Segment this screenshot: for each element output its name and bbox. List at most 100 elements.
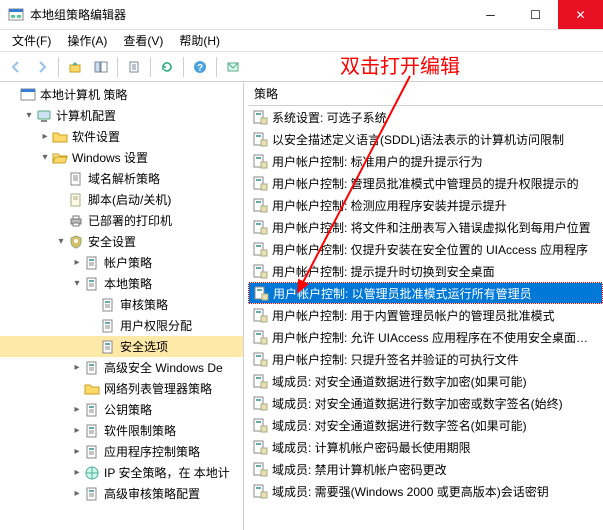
- filter-button[interactable]: [221, 55, 245, 79]
- tree-toggle-icon[interactable]: ▸: [70, 425, 84, 436]
- tree-item-label: Windows 设置: [72, 149, 148, 166]
- page-icon: [68, 171, 84, 187]
- tree-item[interactable]: ▸软件限制策略: [0, 420, 243, 441]
- list-row[interactable]: 域成员: 计算机帐户密码最长使用期限: [248, 436, 603, 458]
- list-row-label: 用户帐户控制: 允许 UIAccess 应用程序在不使用安全桌面…: [272, 329, 588, 346]
- tree-item[interactable]: ▸ 帐户策略: [0, 252, 243, 273]
- tree-toggle-icon[interactable]: ▾: [38, 152, 52, 163]
- tree-item-label: 高级安全 Windows De: [104, 359, 223, 376]
- setting-icon: [252, 131, 268, 147]
- list-row-label: 用户帐户控制: 将文件和注册表写入错误虚拟化到每用户位置: [272, 219, 591, 236]
- policy-icon: [84, 444, 100, 460]
- list-row[interactable]: 用户帐户控制: 只提升签名并验证的可执行文件: [248, 348, 603, 370]
- list-row[interactable]: 域成员: 禁用计算机帐户密码更改: [248, 458, 603, 480]
- tree-toggle-icon[interactable]: ▸: [38, 131, 52, 142]
- list-row[interactable]: 用户帐户控制: 提示提升时切换到安全桌面: [248, 260, 603, 282]
- list-row[interactable]: 用户帐户控制: 用于内置管理员帐户的管理员批准模式: [248, 304, 603, 326]
- tree-toggle-icon[interactable]: ▾: [54, 236, 68, 247]
- setting-icon: [253, 285, 269, 301]
- minimize-button[interactable]: ─: [468, 0, 513, 29]
- tree-item[interactable]: 已部署的打印机: [0, 210, 243, 231]
- tree-item[interactable]: ▾ Windows 设置: [0, 147, 243, 168]
- tree-item[interactable]: 用户权限分配: [0, 315, 243, 336]
- tree-item[interactable]: ▸ 公钥策略: [0, 399, 243, 420]
- tree-toggle-icon[interactable]: ▸: [70, 488, 84, 499]
- export-button[interactable]: [122, 55, 146, 79]
- list-row-label: 域成员: 禁用计算机帐户密码更改: [272, 461, 447, 478]
- tree-item[interactable]: ▾ 本地策略: [0, 273, 243, 294]
- maximize-button[interactable]: ☐: [513, 0, 558, 29]
- list-row-label: 域成员: 对安全通道数据进行数字加密(如果可能): [272, 373, 527, 390]
- tree-toggle-icon[interactable]: ▸: [70, 467, 84, 478]
- tree-toggle-icon[interactable]: ▾: [22, 110, 36, 121]
- list-header[interactable]: 策略: [248, 82, 603, 106]
- tree-toggle-icon[interactable]: ▸: [70, 446, 84, 457]
- policy-icon: [84, 423, 100, 439]
- policy-icon: [84, 402, 100, 418]
- tree-item[interactable]: ▸ 高级安全 Windows De: [0, 357, 243, 378]
- show-hide-button[interactable]: [89, 55, 113, 79]
- list-row[interactable]: 用户帐户控制: 允许 UIAccess 应用程序在不使用安全桌面…: [248, 326, 603, 348]
- tree-item-label: 安全设置: [88, 233, 136, 250]
- policy-icon: [84, 486, 100, 502]
- tree-toggle-icon[interactable]: ▸: [70, 257, 84, 268]
- list-row[interactable]: 用户帐户控制: 管理员批准模式中管理员的提升权限提示的: [248, 172, 603, 194]
- tree-item[interactable]: 网络列表管理器策略: [0, 378, 243, 399]
- list-row-label: 用户帐户控制: 管理员批准模式中管理员的提升权限提示的: [272, 175, 579, 192]
- list-row-label: 用户帐户控制: 以管理员批准模式运行所有管理员: [273, 285, 532, 302]
- menu-view[interactable]: 查看(V): [115, 30, 171, 51]
- list-row[interactable]: 用户帐户控制: 标准用户的提升提示行为: [248, 150, 603, 172]
- tree-item-label: 公钥策略: [104, 401, 152, 418]
- list-row[interactable]: 域成员: 需要强(Windows 2000 或更高版本)会话密钥: [248, 480, 603, 502]
- menu-help[interactable]: 帮助(H): [171, 30, 228, 51]
- list-row[interactable]: 用户帐户控制: 检测应用程序安装并提示提升: [248, 194, 603, 216]
- tree-item[interactable]: 本地计算机 策略: [0, 84, 243, 105]
- tree-item[interactable]: 域名解析策略: [0, 168, 243, 189]
- svg-text:?: ?: [197, 63, 203, 74]
- printer-icon: [68, 213, 84, 229]
- help-button[interactable]: ?: [188, 55, 212, 79]
- tree-item[interactable]: ▾计算机配置: [0, 105, 243, 126]
- tree-toggle-icon[interactable]: ▾: [70, 278, 84, 289]
- tree-toggle-icon[interactable]: ▸: [70, 404, 84, 415]
- tree-item[interactable]: ▸IP 安全策略，在 本地计: [0, 462, 243, 483]
- up-button[interactable]: [63, 55, 87, 79]
- forward-button: [30, 55, 54, 79]
- close-button[interactable]: ✕: [558, 0, 603, 29]
- setting-icon: [252, 483, 268, 499]
- list-row[interactable]: 用户帐户控制: 将文件和注册表写入错误虚拟化到每用户位置: [248, 216, 603, 238]
- menu-file[interactable]: 文件(F): [4, 30, 59, 51]
- list-row[interactable]: 系统设置: 可选子系统: [248, 106, 603, 128]
- tree-pane[interactable]: 本地计算机 策略▾计算机配置▸软件设置 ▾ Windows 设置域名解析策略脚本(启…: [0, 82, 244, 530]
- computer-icon: [36, 108, 52, 124]
- setting-icon: [252, 175, 268, 191]
- list-row[interactable]: 域成员: 对安全通道数据进行数字签名(如果可能): [248, 414, 603, 436]
- tree-item[interactable]: ▸软件设置: [0, 126, 243, 147]
- setting-icon: [252, 373, 268, 389]
- list-row[interactable]: 域成员: 对安全通道数据进行数字加密或数字签名(始终): [248, 392, 603, 414]
- gpedit-icon: [8, 7, 24, 23]
- tree-item[interactable]: 审核策略: [0, 294, 243, 315]
- list-row[interactable]: 用户帐户控制: 以管理员批准模式运行所有管理员: [248, 282, 603, 304]
- policy-icon: [84, 360, 100, 376]
- list-row-label: 以安全描述定义语言(SDDL)语法表示的计算机访问限制: [272, 131, 564, 148]
- policy-icon: [100, 339, 116, 355]
- toolbar: ?: [0, 52, 603, 82]
- list-pane[interactable]: 策略 系统设置: 可选子系统以安全描述定义语言(SDDL)语法表示的计算机访问限…: [248, 82, 603, 530]
- tree-item[interactable]: 安全选项: [0, 336, 243, 357]
- list-row-label: 域成员: 需要强(Windows 2000 或更高版本)会话密钥: [272, 483, 549, 500]
- tree-toggle-icon[interactable]: ▸: [70, 362, 84, 373]
- menubar: 文件(F) 操作(A) 查看(V) 帮助(H): [0, 30, 603, 52]
- refresh-button[interactable]: [155, 55, 179, 79]
- list-row[interactable]: 以安全描述定义语言(SDDL)语法表示的计算机访问限制: [248, 128, 603, 150]
- tree-item[interactable]: ▾ 安全设置: [0, 231, 243, 252]
- tree-item[interactable]: ▸高级审核策略配置: [0, 483, 243, 504]
- menu-action[interactable]: 操作(A): [59, 30, 115, 51]
- tree-item-label: 帐户策略: [104, 254, 152, 271]
- list-row[interactable]: 用户帐户控制: 仅提升安装在安全位置的 UIAccess 应用程序: [248, 238, 603, 260]
- tree-item-label: 本地策略: [104, 275, 152, 292]
- tree-item[interactable]: 脚本(启动/关机): [0, 189, 243, 210]
- setting-icon: [252, 395, 268, 411]
- tree-item[interactable]: ▸应用程序控制策略: [0, 441, 243, 462]
- list-row[interactable]: 域成员: 对安全通道数据进行数字加密(如果可能): [248, 370, 603, 392]
